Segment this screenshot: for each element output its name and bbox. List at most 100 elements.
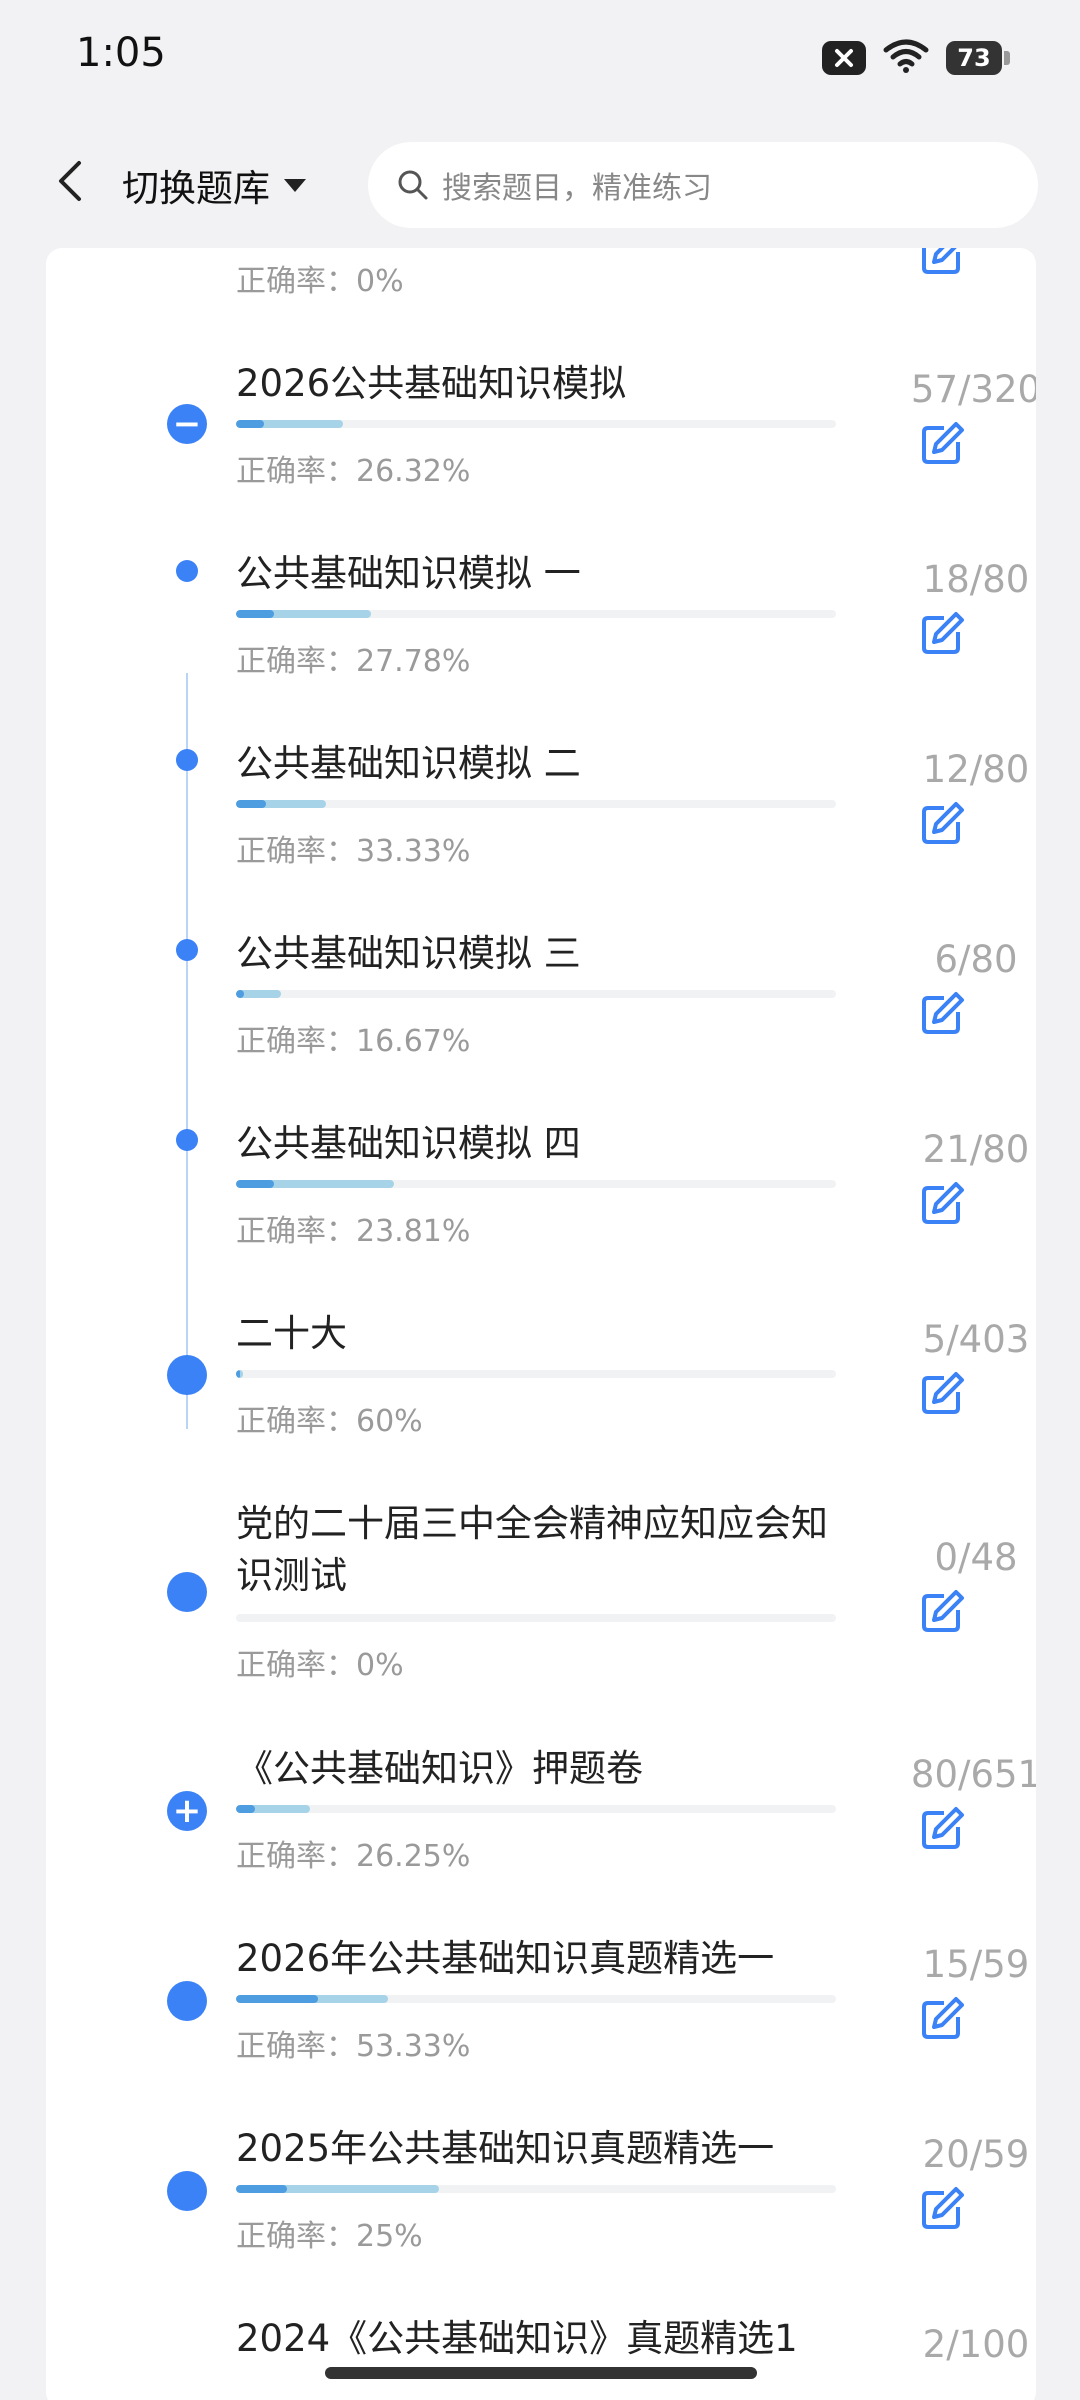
edit-icon[interactable]: [910, 1362, 974, 1426]
progress-count: 12/80: [922, 748, 1030, 791]
edit-icon[interactable]: [910, 1580, 974, 1644]
progress-correct: [236, 1370, 241, 1378]
accuracy-text: 正确率：23.81%: [236, 1214, 471, 1249]
status-bar: 1:05 73: [0, 0, 1080, 120]
timeline-dot: [167, 1572, 207, 1612]
progress-count: 0/48: [934, 1536, 1018, 1579]
accuracy-text: 正确率：53.33%: [236, 2029, 471, 2064]
status-time: 1:05: [76, 30, 166, 76]
home-indicator[interactable]: [325, 2367, 757, 2379]
battery-icon: 73: [946, 41, 1010, 75]
progress-bar: [236, 2185, 836, 2193]
progress-bar: [236, 1995, 836, 2003]
back-button[interactable]: [44, 151, 96, 211]
item-title: 公共基础知识模拟 一: [236, 552, 581, 595]
item-title: 公共基础知识模拟 二: [236, 742, 581, 785]
progress-count: 80/651: [910, 1753, 1036, 1796]
accuracy-text: 正确率：60%: [236, 1404, 423, 1439]
progress-count: 5/403: [922, 1318, 1030, 1361]
list-item[interactable]: + 《公共基础知识》押题卷 正确率：26.25% 80/651: [46, 1735, 1036, 1925]
expand-icon[interactable]: +: [167, 1791, 207, 1831]
header: 切换题库 搜索题目，精准练习: [0, 125, 1080, 245]
list-item[interactable]: 2026年公共基础知识真题精选一 正确率：53.33% 15/59: [46, 1925, 1036, 2115]
battery-level: 73: [957, 44, 991, 72]
item-title: 2024《公共基础知识》真题精选1: [236, 2317, 798, 2360]
item-title: 2026公共基础知识模拟: [236, 362, 627, 405]
progress-correct: [236, 610, 274, 618]
timeline-dot: [167, 2171, 207, 2211]
accuracy-text: 正确率：33.33%: [236, 834, 471, 869]
accuracy-text: 正确率：26.32%: [236, 454, 471, 489]
collapse-icon[interactable]: −: [167, 404, 207, 444]
list-item[interactable]: − 2026公共基础知识模拟 正确率：26.32% 57/320: [46, 350, 1036, 540]
edit-icon[interactable]: [910, 412, 974, 476]
wifi-icon: [882, 38, 930, 78]
progress-correct: [236, 2185, 287, 2193]
edit-icon[interactable]: [910, 248, 974, 286]
item-title: 2026年公共基础知识真题精选一: [236, 1937, 775, 1980]
progress-bar: [236, 990, 836, 998]
progress-correct: [236, 1180, 274, 1188]
edit-icon[interactable]: [910, 602, 974, 666]
item-title: 党的二十届三中全会精神应知应会知识测试: [236, 1502, 828, 1597]
progress-correct: [236, 420, 265, 428]
accuracy-text: 正确率：27.78%: [236, 644, 471, 679]
accuracy-text: 正确率：25%: [236, 2219, 423, 2254]
timeline-dot: [176, 1129, 198, 1151]
progress-count: 57/320: [910, 368, 1036, 411]
item-title: 2025年公共基础知识真题精选一: [236, 2127, 775, 2170]
timeline-dot: [176, 560, 198, 582]
progress-correct: [236, 1995, 318, 2003]
timeline-dot: [176, 749, 198, 771]
list-item[interactable]: 二十大 正确率：60% 5/403: [46, 1300, 1036, 1490]
list-item[interactable]: 党的二十届三中全会精神应知应会知识测试 正确率：0% 0/48: [46, 1490, 1036, 1735]
item-title: 公共基础知识模拟 四: [236, 1122, 581, 1165]
progress-count: 21/80: [922, 1128, 1030, 1171]
page: { "status_bar": { "time": "1:05", "batte…: [0, 0, 1080, 2400]
accuracy-text: 正确率：0%: [236, 264, 404, 299]
chevron-left-icon: [59, 161, 81, 201]
list-item[interactable]: 正确率：0%: [46, 248, 1036, 320]
question-bank-list: 正确率：0% − 2026公共基础知识模拟 正确率：26.32% 57/320 …: [46, 248, 1036, 2400]
edit-icon[interactable]: [910, 982, 974, 1046]
list-item[interactable]: 2025年公共基础知识真题精选一 正确率：25% 20/59: [46, 2115, 1036, 2305]
progress-bar: [236, 1614, 836, 1622]
timeline-dot: [176, 939, 198, 961]
list-item[interactable]: 公共基础知识模拟 二 正确率：33.33% 12/80: [46, 730, 1036, 920]
progress-bar: [236, 1805, 836, 1813]
accuracy-text: 正确率：0%: [236, 1648, 404, 1683]
status-icons: 73: [822, 38, 1010, 78]
edit-icon[interactable]: [910, 792, 974, 856]
edit-icon[interactable]: [910, 1797, 974, 1861]
search-input[interactable]: 搜索题目，精准练习: [368, 142, 1038, 228]
edit-icon[interactable]: [910, 1172, 974, 1236]
progress-bar: [236, 610, 836, 618]
caret-down-icon: [284, 179, 306, 192]
progress-count: 2/100: [922, 2323, 1030, 2366]
progress-count: 18/80: [922, 558, 1030, 601]
list-item[interactable]: 公共基础知识模拟 三 正确率：16.67% 6/80: [46, 920, 1036, 1110]
progress-count: 20/59: [922, 2133, 1030, 2176]
progress-bar: [236, 800, 836, 808]
edit-icon[interactable]: [910, 2177, 974, 2241]
timeline-dot: [167, 1981, 207, 2021]
search-placeholder: 搜索题目，精准练习: [442, 171, 712, 206]
item-title: 二十大: [236, 1312, 347, 1355]
accuracy-text: 正确率：16.67%: [236, 1024, 471, 1059]
progress-correct: [236, 800, 266, 808]
accuracy-text: 正确率：26.25%: [236, 1839, 471, 1874]
switch-bank-label: 切换题库: [122, 167, 270, 210]
item-title: 公共基础知识模拟 三: [236, 932, 581, 975]
switch-bank-button[interactable]: 切换题库: [122, 155, 308, 215]
progress-bar: [236, 420, 836, 428]
item-title: 《公共基础知识》押题卷: [236, 1747, 643, 1790]
list-item[interactable]: 公共基础知识模拟 四 正确率：23.81% 21/80: [46, 1110, 1036, 1300]
close-notification-icon: [822, 41, 866, 75]
progress-count: 6/80: [934, 938, 1018, 981]
edit-icon[interactable]: [910, 1987, 974, 2051]
progress-correct: [236, 1805, 256, 1813]
timeline-dot: [167, 1355, 207, 1395]
progress-bar: [236, 1370, 836, 1378]
list-item[interactable]: 公共基础知识模拟 一 正确率：27.78% 18/80: [46, 540, 1036, 730]
list-item[interactable]: 2024《公共基础知识》真题精选1 2/100: [46, 2305, 1036, 2400]
